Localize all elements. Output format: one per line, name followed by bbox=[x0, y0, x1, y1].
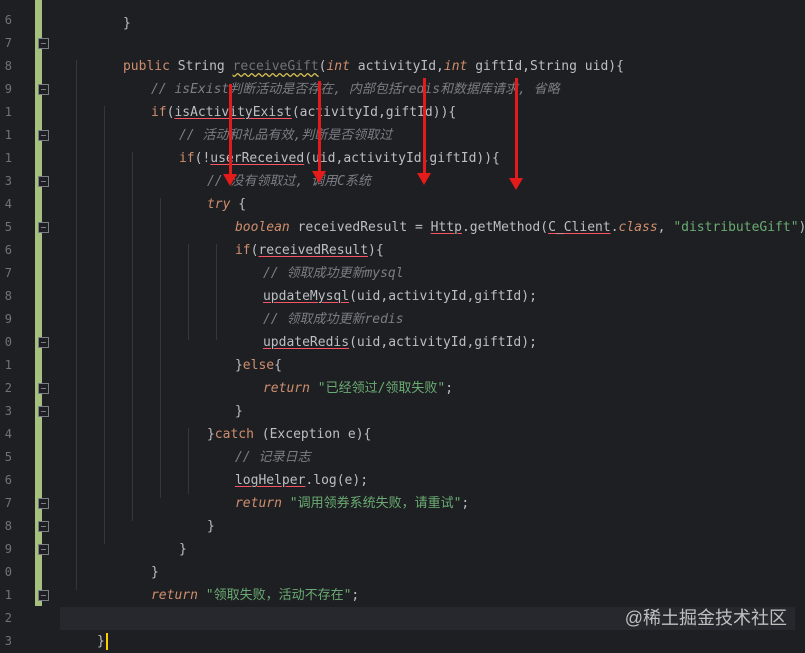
line-number: 7 bbox=[4, 496, 12, 510]
fold-marker-icon[interactable] bbox=[38, 498, 49, 509]
line-number: 1 bbox=[4, 151, 12, 165]
code-line: } bbox=[234, 404, 243, 419]
code-line: if(!userReceived(uid,activityId,giftId))… bbox=[178, 151, 500, 166]
line-number: 1 bbox=[4, 358, 12, 372]
line-number: 8 bbox=[4, 519, 12, 533]
code-editor[interactable]: 6 7 8 9 1 1 1 3 4 5 6 7 8 9 0 1 2 3 4 5 … bbox=[0, 0, 805, 650]
line-number: 6 bbox=[4, 473, 12, 487]
indent-guide bbox=[104, 106, 105, 544]
code-line: return "领取失败，活动不存在"; bbox=[150, 588, 360, 603]
fold-marker-icon[interactable] bbox=[38, 176, 49, 187]
code-area[interactable]: } public String receiveGift(int activity… bbox=[60, 0, 805, 650]
fold-marker-icon[interactable] bbox=[38, 544, 49, 555]
fold-marker-icon[interactable] bbox=[38, 590, 49, 601]
fold-marker-icon[interactable] bbox=[38, 521, 49, 532]
line-number: 0 bbox=[4, 565, 12, 579]
code-line: boolean receivedResult = Http.getMethod(… bbox=[234, 220, 805, 235]
line-number: 5 bbox=[4, 450, 12, 464]
indent-guide bbox=[132, 152, 133, 521]
code-line: } bbox=[150, 565, 159, 580]
annotation-arrow bbox=[223, 84, 237, 186]
code-line: // 没有领取过, 调用C系统 bbox=[206, 174, 371, 189]
line-number: 5 bbox=[4, 220, 12, 234]
fold-marker-icon[interactable] bbox=[38, 222, 49, 233]
line-number: 4 bbox=[4, 197, 12, 211]
line-number: 6 bbox=[4, 243, 12, 257]
watermark: @稀土掘金技术社区 bbox=[624, 608, 787, 628]
code-line: }else{ bbox=[234, 358, 282, 373]
code-line: // 记录日志 bbox=[234, 450, 311, 465]
code-line: return "调用领券系统失败，请重试"; bbox=[234, 496, 470, 511]
code-line: // 活动和礼品有效,判断是否领取过 bbox=[178, 128, 393, 143]
line-number: 1 bbox=[4, 588, 12, 602]
line-number: 2 bbox=[4, 381, 12, 395]
code-line: if(receivedResult){ bbox=[234, 243, 384, 258]
code-line: if(isActivityExist(activityId,giftId)){ bbox=[150, 105, 457, 120]
line-number: 6 bbox=[4, 13, 12, 27]
code-line: // 领取成功更新mysql bbox=[262, 266, 404, 281]
line-number: 8 bbox=[4, 59, 12, 73]
fold-marker-icon[interactable] bbox=[38, 406, 49, 417]
code-line: // isExist判断活动是否存在, 内部包括redis和数据库请求, 省略 bbox=[150, 82, 560, 97]
line-number: 7 bbox=[4, 266, 12, 280]
text-caret bbox=[105, 632, 108, 650]
line-number-gutter: 6 7 8 9 1 1 1 3 4 5 6 7 8 9 0 1 2 3 4 5 … bbox=[0, 0, 32, 650]
line-number: 7 bbox=[4, 36, 12, 50]
line-number: 3 bbox=[4, 404, 12, 418]
line-number: 0 bbox=[4, 335, 12, 349]
line-number: 1 bbox=[4, 128, 12, 142]
annotation-arrow bbox=[417, 78, 431, 185]
code-line: public String receiveGift(int activityId… bbox=[122, 59, 624, 74]
line-number: 8 bbox=[4, 289, 12, 303]
fold-marker-icon[interactable] bbox=[38, 38, 49, 49]
code-line: return "已经领过/领取失败"; bbox=[262, 381, 454, 396]
code-line: updateRedis(uid,activityId,giftId); bbox=[262, 335, 537, 350]
code-line: } bbox=[122, 16, 131, 31]
line-number: 9 bbox=[4, 82, 12, 96]
fold-marker-icon[interactable] bbox=[38, 337, 49, 348]
code-line: // 领取成功更新redis bbox=[262, 312, 404, 327]
code-line: logHelper.log(e); bbox=[234, 473, 369, 488]
line-number: 2 bbox=[4, 611, 12, 625]
annotation-arrow bbox=[312, 81, 326, 183]
fold-marker-icon[interactable] bbox=[38, 84, 49, 95]
fold-marker-icon[interactable] bbox=[38, 383, 49, 394]
fold-marker-icon[interactable] bbox=[38, 130, 49, 141]
line-number: 9 bbox=[4, 542, 12, 556]
line-number: 9 bbox=[4, 312, 12, 326]
code-line: } bbox=[178, 542, 187, 557]
code-line: updateMysql(uid,activityId,giftId); bbox=[262, 289, 537, 304]
code-line: }catch (Exception e){ bbox=[206, 427, 372, 442]
code-line: } bbox=[206, 519, 215, 534]
code-line: try { bbox=[206, 197, 247, 212]
annotation-arrow bbox=[509, 78, 523, 190]
line-number: 1 bbox=[4, 105, 12, 119]
line-number: 3 bbox=[4, 174, 12, 188]
indent-guide bbox=[76, 60, 77, 590]
line-number: 4 bbox=[4, 427, 12, 441]
